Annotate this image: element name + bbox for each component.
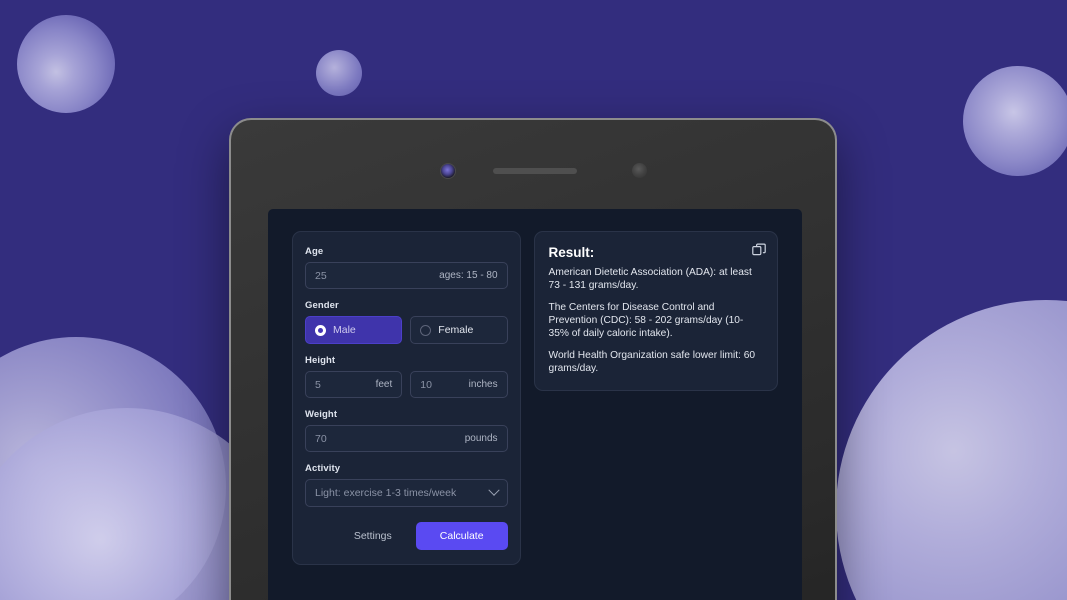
result-paragraph-ada: American Dietetic Association (ADA): at … bbox=[548, 267, 752, 292]
tablet-top-bezel bbox=[231, 120, 835, 209]
height-label: Height bbox=[305, 355, 336, 366]
result-paragraph-cdc: The Centers for Disease Control and Prev… bbox=[548, 302, 744, 340]
gender-option-male[interactable]: Male bbox=[305, 316, 403, 344]
height-feet-value: 5 bbox=[315, 378, 321, 391]
gender-label: Gender bbox=[305, 300, 339, 311]
sphere-top-left bbox=[17, 15, 115, 113]
settings-button[interactable]: Settings bbox=[344, 524, 402, 548]
page-root: Age 25 ages: 15 - 80 Gender Male Female … bbox=[0, 0, 1067, 600]
form-actions: Settings Calculate bbox=[305, 522, 508, 550]
field-activity: Activity Light: exercise 1-3 times/week bbox=[305, 463, 508, 507]
height-inches-unit: inches bbox=[468, 379, 498, 390]
age-label: Age bbox=[305, 246, 324, 257]
result-card: Result: American Dietetic Association (A… bbox=[533, 231, 778, 392]
activity-selected-value: Light: exercise 1-3 times/week bbox=[315, 487, 457, 499]
radio-selected-icon bbox=[315, 324, 326, 336]
sphere-top-middle bbox=[316, 50, 362, 96]
gender-option-female[interactable]: Female bbox=[410, 316, 508, 344]
height-inches-input[interactable]: 10 inches bbox=[410, 371, 508, 398]
activity-select[interactable]: Light: exercise 1-3 times/week bbox=[305, 479, 508, 507]
gender-option-male-label: Male bbox=[333, 324, 356, 336]
sphere-top-right bbox=[963, 66, 1067, 176]
sphere-bottom-right bbox=[836, 300, 1067, 600]
tablet-screen: Age 25 ages: 15 - 80 Gender Male Female … bbox=[268, 209, 802, 600]
age-hint: ages: 15 - 80 bbox=[439, 270, 498, 281]
height-feet-input[interactable]: 5 feet bbox=[305, 371, 403, 398]
age-value: 25 bbox=[315, 269, 327, 282]
field-height: Height 5 feet 10 inches bbox=[305, 355, 508, 398]
protein-calculator-app: Age 25 ages: 15 - 80 Gender Male Female … bbox=[268, 209, 802, 600]
height-feet-unit: feet bbox=[375, 379, 393, 390]
weight-label: Weight bbox=[305, 409, 338, 420]
height-inches-value: 10 bbox=[420, 378, 432, 391]
weight-unit: pounds bbox=[464, 433, 498, 444]
activity-label: Activity bbox=[305, 463, 341, 474]
camera-lens-icon bbox=[440, 163, 456, 179]
weight-input[interactable]: 70 pounds bbox=[305, 425, 508, 452]
field-weight: Weight 70 pounds bbox=[305, 409, 508, 452]
copy-icon[interactable] bbox=[752, 243, 767, 258]
weight-value: 70 bbox=[315, 432, 327, 445]
sphere-bottom-left-back bbox=[0, 337, 226, 600]
result-title: Result: bbox=[548, 245, 595, 260]
age-input[interactable]: 25 ages: 15 - 80 bbox=[305, 262, 508, 289]
input-form-card: Age 25 ages: 15 - 80 Gender Male Female … bbox=[292, 231, 521, 565]
speaker-grille-icon bbox=[493, 168, 577, 174]
field-age: Age 25 ages: 15 - 80 bbox=[305, 246, 508, 289]
field-gender: Gender Male Female bbox=[305, 300, 508, 344]
calculate-button[interactable]: Calculate bbox=[415, 522, 508, 550]
height-inputs-row: 5 feet 10 inches bbox=[305, 371, 508, 398]
sensor-dot-icon bbox=[632, 163, 647, 178]
gender-radio-group: Male Female bbox=[305, 316, 508, 344]
chevron-down-icon bbox=[487, 484, 500, 496]
gender-option-female-label: Female bbox=[438, 324, 474, 336]
tablet-device: Age 25 ages: 15 - 80 Gender Male Female … bbox=[229, 118, 837, 600]
radio-unselected-icon bbox=[420, 324, 432, 336]
result-paragraph-who: World Health Organization safe lower lim… bbox=[548, 350, 756, 375]
